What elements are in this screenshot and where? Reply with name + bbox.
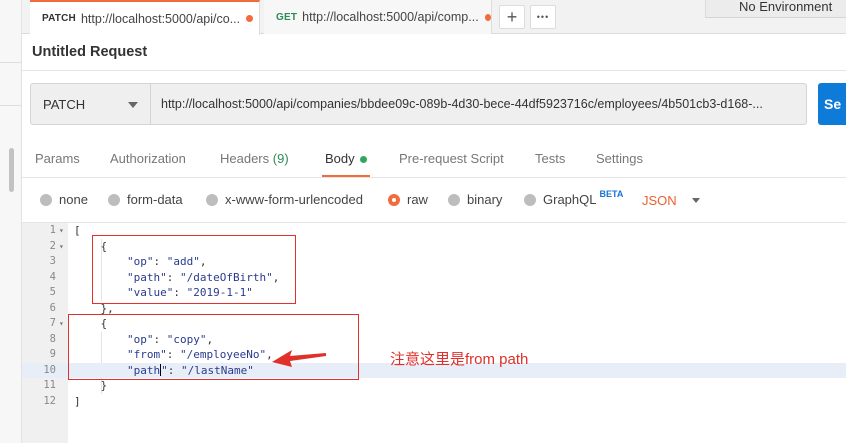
new-tab-button[interactable]: + bbox=[499, 5, 525, 29]
tab-body[interactable]: Body bbox=[325, 151, 367, 166]
radio-circle-icon bbox=[448, 193, 460, 206]
tab-label: Headers bbox=[220, 151, 270, 166]
beta-badge: BETA bbox=[599, 188, 624, 199]
tab-settings[interactable]: Settings bbox=[596, 151, 643, 166]
format-select[interactable]: JSON bbox=[642, 193, 700, 208]
radio-graphql[interactable]: GraphQL BETA bbox=[524, 188, 624, 207]
tab-headers[interactable]: Headers (9) bbox=[220, 151, 289, 166]
format-select-value: JSON bbox=[642, 193, 677, 208]
tab-tests[interactable]: Tests bbox=[535, 151, 565, 166]
tab-label: Authorization bbox=[110, 151, 186, 166]
radio-x-www-form-urlencoded[interactable]: x-www-form-urlencoded bbox=[206, 192, 363, 207]
send-button[interactable]: Se bbox=[818, 83, 846, 125]
chevron-down-icon bbox=[128, 102, 138, 108]
line-number: 6 bbox=[49, 301, 56, 314]
radio-selected-icon bbox=[388, 193, 400, 206]
line-number: 9 bbox=[49, 348, 56, 360]
sidebar-divider bbox=[0, 105, 22, 106]
chevron-down-icon bbox=[691, 198, 700, 203]
fold-arrow-icon[interactable]: ▾ bbox=[59, 316, 64, 332]
tab-label: Body bbox=[325, 151, 355, 166]
code-text: ] bbox=[74, 394, 81, 408]
radio-circle-icon bbox=[524, 193, 536, 206]
radio-label: binary bbox=[467, 192, 503, 207]
code-line[interactable]: 11 } bbox=[22, 378, 846, 394]
request-title[interactable]: Untitled Request bbox=[32, 44, 147, 60]
code-line[interactable]: 12] bbox=[22, 394, 846, 410]
tab-pre-request-script[interactable]: Pre-request Script bbox=[399, 151, 504, 166]
radio-label: x-www-form-urlencoded bbox=[225, 192, 363, 207]
code-text: [ bbox=[74, 224, 81, 237]
fold-arrow-icon[interactable]: ▾ bbox=[59, 239, 64, 255]
code-text: } bbox=[74, 379, 108, 392]
more-icon: ••• bbox=[536, 12, 550, 22]
tab-label: Pre-request Script bbox=[399, 151, 504, 166]
radio-none[interactable]: none bbox=[40, 192, 88, 207]
radio-circle-icon bbox=[206, 193, 218, 206]
radio-raw[interactable]: raw bbox=[388, 192, 428, 207]
line-number: 7 bbox=[49, 317, 56, 329]
tab-params[interactable]: Params bbox=[35, 151, 80, 166]
environment-select[interactable]: No Environment bbox=[705, 0, 846, 18]
postman-window: PATCH http://localhost:5000/api/co... GE… bbox=[0, 0, 846, 443]
tab-label: Tests bbox=[535, 151, 566, 166]
url-value: http://localhost:5000/api/companies/bbde… bbox=[161, 97, 763, 111]
radio-circle-icon bbox=[108, 193, 120, 206]
line-number: 3 bbox=[49, 255, 56, 267]
sidebar-divider bbox=[0, 62, 22, 63]
radio-circle-icon bbox=[40, 193, 52, 206]
environment-label: No Environment bbox=[739, 0, 833, 14]
send-button-label: Se bbox=[824, 96, 842, 112]
line-number: 12 bbox=[43, 394, 56, 407]
line-number: 8 bbox=[49, 332, 56, 345]
tab-options-button[interactable]: ••• bbox=[530, 5, 556, 29]
line-number: 4 bbox=[49, 270, 56, 283]
radio-label: form-data bbox=[127, 192, 183, 207]
plus-icon: + bbox=[506, 6, 518, 27]
tab-authorization[interactable]: Authorization bbox=[110, 151, 186, 166]
tab-label: Settings bbox=[596, 151, 643, 166]
line-number: 5 bbox=[49, 286, 56, 298]
headers-count-badge: (9) bbox=[272, 151, 289, 166]
radio-label: GraphQL bbox=[543, 192, 597, 207]
divider bbox=[22, 70, 846, 71]
line-number: 10 bbox=[43, 363, 56, 376]
method-select[interactable]: PATCH bbox=[30, 83, 151, 125]
tab-url-label: http://localhost:5000/api/comp... bbox=[302, 10, 479, 24]
body-active-dot-icon bbox=[359, 156, 367, 164]
line-number: 11 bbox=[43, 379, 56, 391]
unsaved-dot-icon bbox=[246, 15, 254, 22]
tab-method-label: GET bbox=[276, 11, 298, 23]
tab-method-label: PATCH bbox=[42, 13, 76, 24]
sidebar-scrollbar[interactable] bbox=[9, 148, 14, 192]
radio-form-data[interactable]: form-data bbox=[108, 192, 183, 207]
fold-arrow-icon[interactable]: ▾ bbox=[59, 223, 64, 239]
annotation-text: 注意这里是from path bbox=[390, 351, 529, 368]
tab-patch-request[interactable]: PATCH http://localhost:5000/api/co... bbox=[30, 0, 260, 35]
sidebar-collapsed bbox=[0, 0, 22, 443]
url-input[interactable]: http://localhost:5000/api/companies/bbde… bbox=[151, 83, 807, 125]
line-number: 1 bbox=[49, 224, 56, 236]
tab-label: Params bbox=[35, 151, 80, 166]
method-select-value: PATCH bbox=[43, 96, 86, 112]
unsaved-dot-icon bbox=[484, 13, 491, 21]
tab-url-label: http://localhost:5000/api/co... bbox=[80, 11, 241, 26]
active-tab-indicator bbox=[322, 175, 370, 177]
request-config-tabs: Params Authorization Headers (9) Body Pr… bbox=[22, 142, 846, 178]
tab-get-request[interactable]: GET http://localhost:5000/api/comp... bbox=[264, 0, 492, 34]
radio-label: raw bbox=[407, 192, 428, 207]
radio-binary[interactable]: binary bbox=[448, 192, 502, 207]
line-number: 2 bbox=[49, 239, 56, 252]
annotation-arrow-icon bbox=[272, 350, 326, 367]
annotation-box bbox=[92, 235, 296, 304]
radio-label: none bbox=[59, 192, 88, 207]
